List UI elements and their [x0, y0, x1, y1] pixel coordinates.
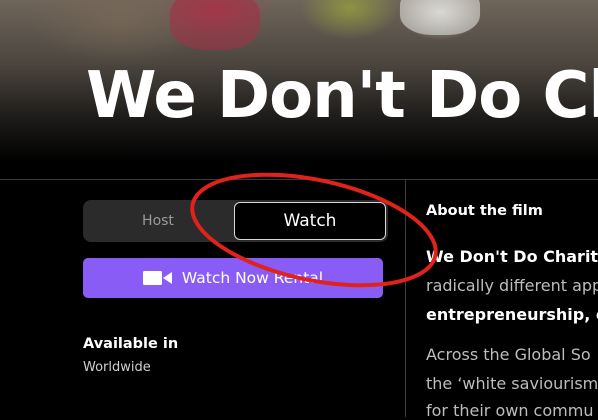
about-text-line: entrepreneurship, co	[426, 305, 598, 324]
about-text-line: We Don't Do Charity	[426, 247, 598, 266]
watch-now-rental-button[interactable]: Watch Now Rental	[83, 258, 383, 298]
hero-banner: We Don't Do Charity	[0, 0, 598, 180]
page-title: We Don't Do Charity	[86, 59, 598, 133]
watch-now-rental-label: Watch Now Rental	[181, 269, 324, 287]
column-divider	[405, 180, 406, 417]
hero-image	[170, 0, 260, 50]
availability-label: Available in	[83, 336, 179, 352]
about-text-line: Across the Global So	[426, 345, 591, 364]
tab-host[interactable]: Host	[83, 200, 233, 242]
hero-image-detail	[400, 0, 480, 35]
about-heading: About the film	[426, 203, 543, 219]
tab-watch[interactable]: Watch	[234, 202, 386, 240]
about-text-line: radically different app	[426, 276, 598, 295]
video-camera-icon	[142, 271, 173, 285]
about-text-line: the ‘white saviourism	[426, 374, 598, 393]
about-text-line: for their own commu	[426, 401, 594, 420]
availability-value: Worldwide	[83, 360, 151, 375]
host-watch-toggle: Host Watch	[83, 200, 388, 242]
divider	[0, 179, 598, 180]
